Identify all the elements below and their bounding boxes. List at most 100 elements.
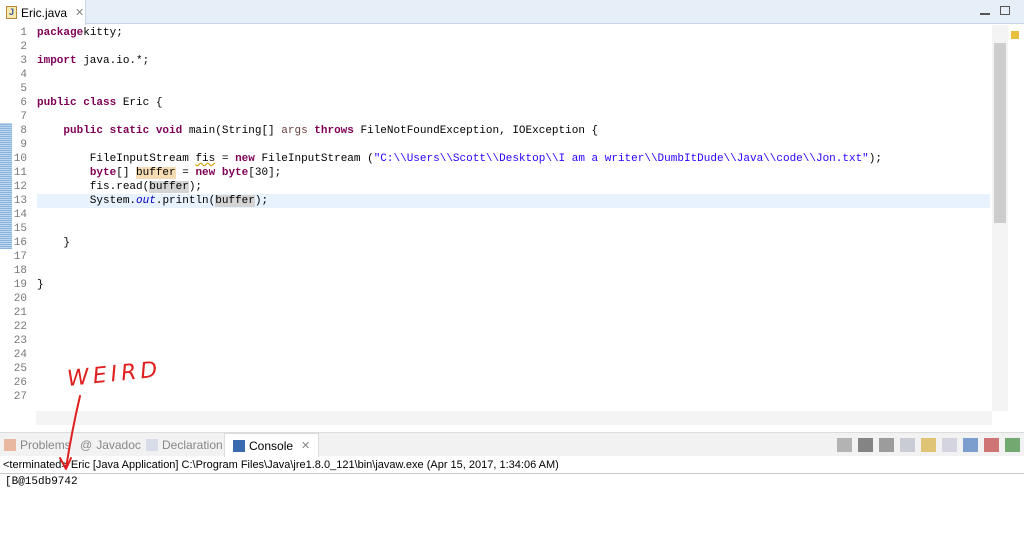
code-line[interactable] (37, 334, 990, 348)
line-number: 22 (13, 321, 27, 333)
code-line[interactable]: public static void main(String[] args th… (37, 124, 990, 138)
tab-eric-java[interactable]: J Eric.java ✕ (0, 0, 86, 25)
code-token: System. (37, 195, 137, 207)
code-line[interactable]: import java.io.*; (37, 54, 990, 68)
close-icon[interactable]: ✕ (301, 434, 310, 458)
close-icon[interactable]: ✕ (75, 6, 84, 19)
code-line[interactable]: FileInputStream fis = new FileInputStrea… (37, 152, 990, 166)
console-output[interactable]: [B@15db9742 (5, 476, 78, 488)
code-token: [30]; (248, 167, 282, 179)
line-number: 13 (13, 195, 27, 207)
code-token: .println( (155, 195, 216, 207)
overview-ruler (1008, 25, 1024, 425)
tab-declaration[interactable]: Declaration (146, 433, 223, 457)
clear-console-icon[interactable] (900, 438, 915, 452)
code-token: ); (254, 195, 269, 207)
line-number: 10 (13, 153, 27, 165)
line-number: 5 (20, 83, 27, 95)
code-line[interactable]: } (37, 278, 990, 292)
code-line[interactable] (37, 138, 990, 152)
line-number: 4 (20, 69, 27, 81)
code-token: out (136, 195, 156, 207)
code-line[interactable] (37, 362, 990, 376)
show-on-stdout-icon[interactable] (963, 438, 978, 452)
tab-label: Console (249, 438, 294, 453)
code-token: byte (89, 167, 117, 179)
line-number: 25 (13, 363, 27, 375)
console-toolbar (837, 438, 1020, 452)
code-line[interactable] (37, 208, 990, 222)
divider (0, 473, 1024, 474)
code-line[interactable] (37, 82, 990, 96)
code-token: new byte (195, 167, 249, 179)
code-line[interactable]: fis.read(buffer); (37, 180, 990, 194)
code-token: = (215, 153, 236, 165)
java-file-icon: J (6, 6, 17, 19)
tab-title: Eric.java (21, 5, 68, 20)
code-line[interactable] (37, 292, 990, 306)
code-line[interactable] (37, 40, 990, 54)
line-number-gutter: 1 2 3 4 5 6 7 8 9 10 11 12 13 14 15 16 17 18 19 20 21 22 23 24 2… (0, 25, 36, 411)
tab-javadoc[interactable]: @ Javadoc (80, 433, 141, 457)
code-line[interactable] (37, 376, 990, 390)
line-number: 26 (13, 377, 27, 389)
line-number: 21 (13, 307, 27, 319)
warning-marker[interactable] (1011, 31, 1019, 39)
line-number: 15 (13, 223, 27, 235)
maximize-button[interactable] (1000, 6, 1010, 15)
code-line[interactable]: packagekitty; (37, 26, 990, 40)
line-number: 8 (20, 125, 27, 137)
code-token: public class (37, 97, 117, 109)
scroll-lock-icon[interactable] (921, 438, 936, 452)
code-token: FileInputStream (37, 153, 196, 165)
minimize-button[interactable] (980, 12, 990, 15)
remove-launch-icon[interactable] (858, 438, 873, 452)
line-number: 24 (13, 349, 27, 361)
code-line[interactable] (37, 390, 990, 404)
code-line[interactable] (37, 264, 990, 278)
code-line[interactable] (37, 68, 990, 82)
code-line[interactable]: System.out.println(buffer); (37, 194, 990, 208)
remove-all-icon[interactable] (879, 438, 894, 452)
terminate-icon[interactable] (837, 438, 852, 452)
code-line[interactable]: public class Eric { (37, 96, 990, 110)
code-token: FileInputStream ( (254, 153, 374, 165)
line-number: 12 (13, 181, 27, 193)
code-token: [] (116, 167, 137, 179)
open-console-icon[interactable] (1005, 438, 1020, 452)
problems-icon (4, 439, 16, 451)
vertical-scrollbar[interactable] (992, 25, 1008, 411)
show-on-stderr-icon[interactable] (984, 438, 999, 452)
line-number: 20 (13, 293, 27, 305)
code-token: buffer (149, 181, 189, 193)
code-line[interactable] (37, 320, 990, 334)
code-line[interactable]: byte[] buffer = new byte[30]; (37, 166, 990, 180)
scroll-thumb[interactable] (994, 43, 1006, 223)
tab-console[interactable]: Console ✕ (224, 433, 320, 458)
code-token: ); (188, 181, 203, 193)
code-token: main(String[] (182, 125, 282, 137)
code-token: "C:\\Users\\Scott\\Desktop\\I am a write… (373, 153, 869, 165)
line-number: 3 (20, 55, 27, 67)
code-line[interactable] (37, 110, 990, 124)
code-line[interactable] (37, 306, 990, 320)
code-line[interactable]: } (37, 236, 990, 250)
code-token: kitty; (83, 27, 123, 39)
line-number: 1 (20, 27, 27, 39)
code-token: throws (314, 125, 354, 137)
line-number: 6 (20, 97, 27, 109)
tab-label: Declaration (162, 438, 223, 452)
at-icon: @ (80, 438, 93, 452)
console-status: <terminated> Eric [Java Application] C:\… (3, 459, 559, 471)
horizontal-scrollbar[interactable] (36, 411, 992, 425)
code-line[interactable] (37, 222, 990, 236)
code-token: public static void (63, 125, 183, 137)
code-line[interactable] (37, 348, 990, 362)
word-wrap-icon[interactable] (942, 438, 957, 452)
declaration-icon (146, 439, 158, 451)
code-editor[interactable]: 1 2 3 4 5 6 7 8 9 10 11 12 13 14 15 16 17 18 19 20 21 22 23 24 2… (0, 25, 1008, 411)
line-number: 16 (13, 237, 27, 249)
code-line[interactable] (37, 250, 990, 264)
tab-problems[interactable]: Problems (4, 433, 71, 457)
